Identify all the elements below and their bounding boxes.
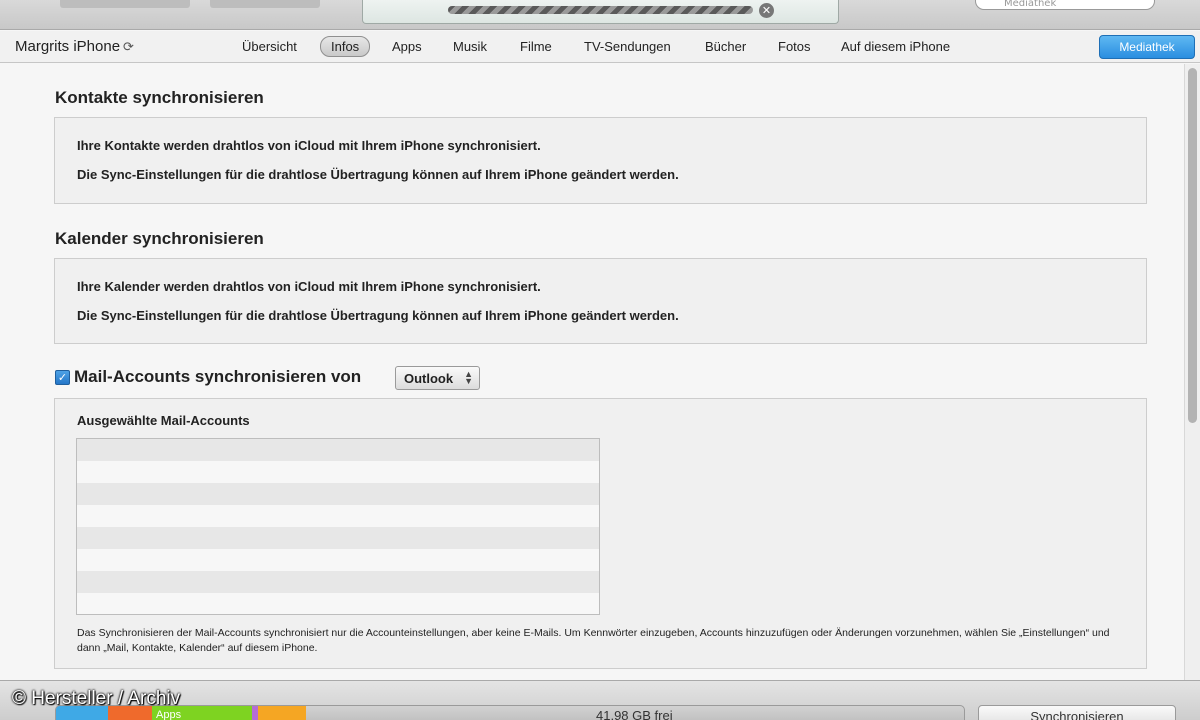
contacts-line-2: Die Sync-Einstellungen für die drahtlose… bbox=[77, 167, 679, 182]
updown-arrows-icon: ▲ ▼ bbox=[464, 369, 473, 386]
mail-accounts-list[interactable] bbox=[76, 438, 600, 615]
tab-auf-diesem-iphone[interactable]: Auf diesem iPhone bbox=[841, 39, 950, 54]
capacity-apps-label: Apps bbox=[156, 709, 182, 720]
contacts-box: Ihre Kontakte werden drahtlos von iCloud… bbox=[54, 117, 1147, 204]
calendar-title: Kalender synchronisieren bbox=[55, 229, 264, 248]
tab-infos[interactable]: Infos bbox=[320, 36, 371, 57]
playback-controls[interactable] bbox=[60, 0, 190, 8]
calendar-line-2: Die Sync-Einstellungen für die drahtlose… bbox=[77, 308, 679, 323]
list-item[interactable] bbox=[77, 483, 599, 505]
library-button[interactable]: Mediathek bbox=[1099, 35, 1195, 59]
sync-icon[interactable]: ⟳ bbox=[123, 39, 134, 54]
mail-accounts-label: Ausgewählte Mail-Accounts bbox=[77, 413, 250, 428]
list-item[interactable] bbox=[77, 571, 599, 593]
device-name[interactable]: Margrits iPhone ⟳ bbox=[15, 38, 134, 55]
toolbar: ✕ Mediathek bbox=[0, 0, 1200, 30]
list-item[interactable] bbox=[77, 439, 599, 461]
close-icon[interactable]: ✕ bbox=[759, 3, 774, 18]
mail-source-value: Outlook bbox=[404, 371, 454, 386]
search-input[interactable]: Mediathek bbox=[975, 0, 1155, 10]
tab-uebersicht[interactable]: Übersicht bbox=[242, 39, 297, 54]
capacity-free-label: 41,98 GB frei bbox=[596, 708, 673, 720]
device-nav: Margrits iPhone ⟳ Übersicht Infos Apps Mu… bbox=[0, 31, 1200, 63]
list-item[interactable] bbox=[77, 527, 599, 549]
sync-button[interactable]: Synchronisieren bbox=[978, 705, 1176, 720]
mail-sync-note: Das Synchronisieren der Mail-Accounts sy… bbox=[77, 627, 1110, 654]
list-item[interactable] bbox=[77, 461, 599, 483]
list-item[interactable] bbox=[77, 505, 599, 527]
main-content: Kontakte synchronisieren Ihre Kontakte w… bbox=[0, 64, 1184, 680]
tab-buecher[interactable]: Bücher bbox=[705, 39, 746, 54]
progress-bar bbox=[448, 6, 753, 14]
scrollbar-thumb[interactable] bbox=[1188, 68, 1197, 423]
tab-fotos[interactable]: Fotos bbox=[778, 39, 811, 54]
contacts-line-1: Ihre Kontakte werden drahtlos von iCloud… bbox=[77, 138, 541, 153]
mail-source-select[interactable]: Outlook ▲ ▼ bbox=[395, 366, 480, 390]
mail-accounts-box: Ausgewählte Mail-Accounts Das Synchronis… bbox=[54, 398, 1147, 669]
capacity-bar: Apps 41,98 GB frei bbox=[55, 705, 965, 720]
calendar-line-1: Ihre Kalender werden drahtlos von iCloud… bbox=[77, 279, 541, 294]
status-display: ✕ bbox=[362, 0, 839, 24]
list-item[interactable] bbox=[77, 593, 599, 614]
checkmark-icon: ✓ bbox=[57, 371, 68, 384]
device-name-label: Margrits iPhone bbox=[15, 38, 121, 55]
contacts-title: Kontakte synchronisieren bbox=[55, 88, 264, 107]
volume-slider[interactable] bbox=[210, 0, 320, 8]
tab-apps[interactable]: Apps bbox=[392, 39, 422, 54]
tab-filme[interactable]: Filme bbox=[520, 39, 552, 54]
mail-sync-title: Mail-Accounts synchronisieren von bbox=[74, 367, 362, 386]
search-placeholder: Mediathek bbox=[1004, 0, 1057, 9]
seg-other bbox=[258, 706, 306, 720]
scrollbar[interactable] bbox=[1184, 64, 1200, 680]
mail-sync-checkbox[interactable]: ✓ bbox=[55, 370, 70, 385]
calendar-box: Ihre Kalender werden drahtlos von iCloud… bbox=[54, 258, 1147, 344]
tab-musik[interactable]: Musik bbox=[453, 39, 487, 54]
tab-tv-sendungen[interactable]: TV-Sendungen bbox=[584, 39, 671, 54]
watermark: © Hersteller / Archiv bbox=[12, 688, 181, 709]
list-item[interactable] bbox=[77, 549, 599, 571]
